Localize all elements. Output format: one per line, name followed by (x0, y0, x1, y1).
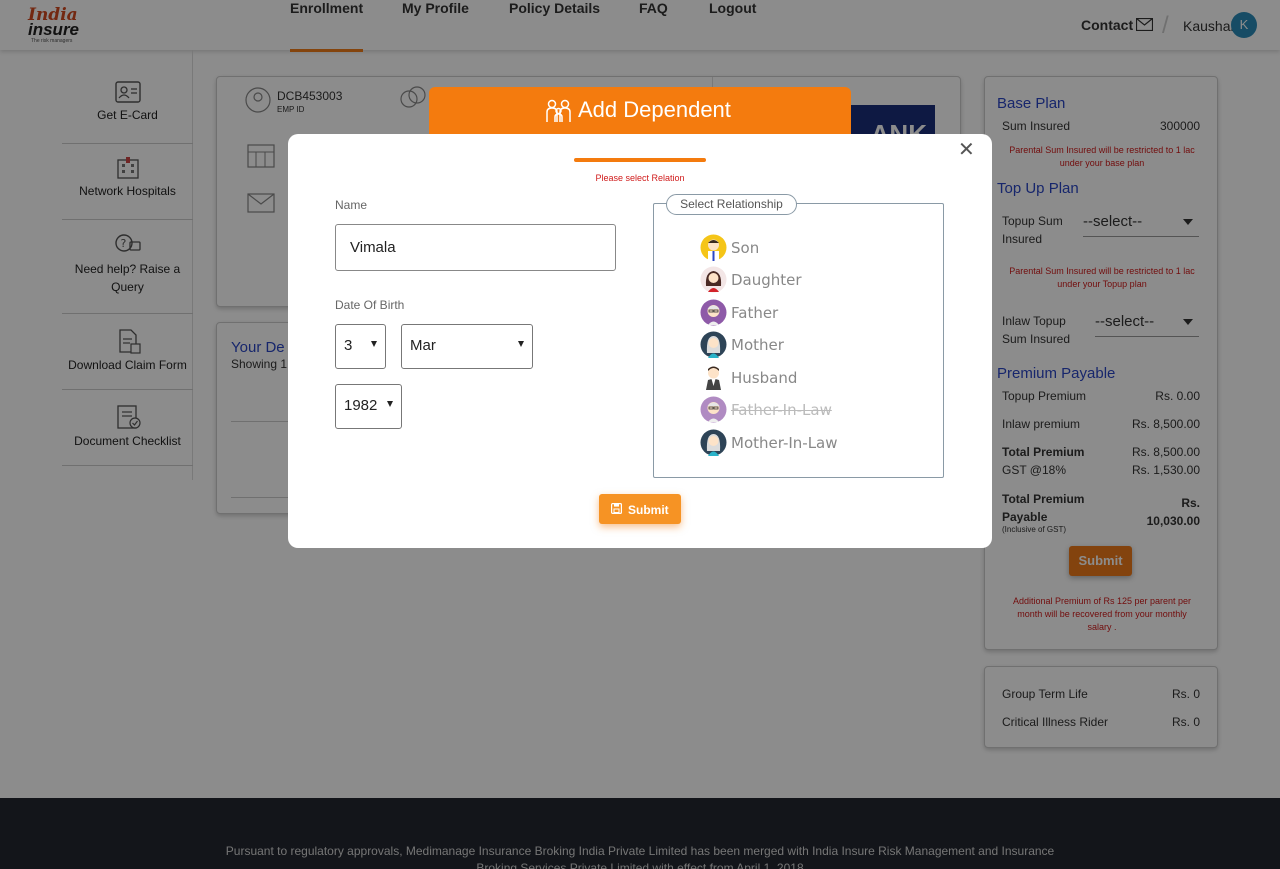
relation-option-mother-in-law[interactable]: Mother-In-Law (700, 429, 900, 457)
chevron-down-icon (518, 341, 524, 347)
relation-option-mother[interactable]: Mother (700, 331, 900, 359)
relation-option-daughter[interactable]: Daughter (700, 266, 900, 294)
name-input[interactable] (335, 224, 616, 271)
son-avatar-icon (700, 234, 727, 261)
dob-day-select[interactable]: 3 (335, 324, 386, 369)
relation-option-father-in-law: Father-In-Law (700, 396, 900, 424)
dob-label: Date Of Birth (335, 298, 405, 312)
modal-header: Add Dependent (429, 87, 851, 134)
family-icon (546, 99, 571, 122)
relation-error: Please select Relation (595, 173, 685, 183)
mother-in-law-avatar-icon (700, 429, 727, 456)
father-avatar-icon (700, 299, 727, 326)
chevron-down-icon (387, 401, 393, 407)
relation-option-son[interactable]: Son (700, 234, 900, 262)
name-label: Name (335, 198, 368, 212)
relation-option-father[interactable]: Father (700, 299, 900, 327)
dob-month-select[interactable]: Mar (401, 324, 533, 369)
dob-year-select[interactable]: 1982 (335, 384, 402, 429)
close-icon[interactable]: ✕ (958, 137, 975, 161)
progress-bar (574, 158, 706, 162)
modal-title: Add Dependent (578, 97, 731, 122)
modal-submit-button[interactable]: Submit (599, 494, 681, 524)
relation-option-husband[interactable]: Husband (700, 364, 900, 392)
father-in-law-avatar-icon (700, 396, 727, 423)
save-icon (611, 503, 622, 514)
relationship-legend: Select Relationship (666, 194, 797, 215)
daughter-avatar-icon (700, 266, 727, 293)
husband-avatar-icon (706, 366, 721, 390)
mother-avatar-icon (700, 331, 727, 358)
chevron-down-icon (371, 341, 377, 347)
